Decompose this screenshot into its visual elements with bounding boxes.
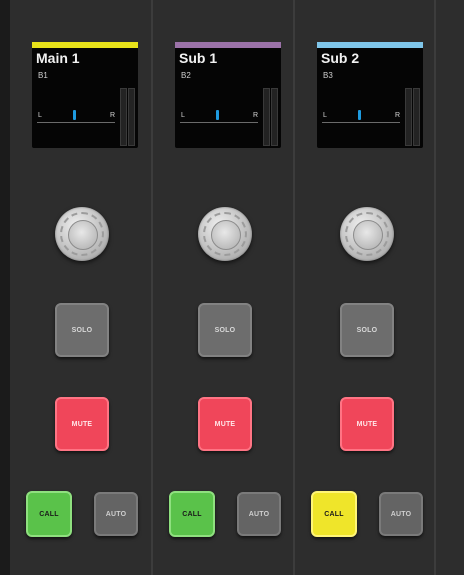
level-meter-right — [271, 88, 278, 146]
mute-button[interactable]: MUTE — [198, 397, 252, 451]
level-meter-left — [263, 88, 270, 146]
channel-name: Sub 1 — [179, 50, 218, 66]
call-button[interactable]: CALL — [26, 491, 72, 537]
pan-track — [322, 122, 400, 123]
channel-display: Sub 2 B3 L R — [317, 42, 423, 148]
channel-bus: B3 — [323, 71, 333, 80]
channel-color-bar — [175, 42, 281, 48]
pan-position-marker — [73, 110, 76, 120]
channel-strip-sub-2: Sub 2 B3 L R SOLO MUTE CALL AUTO — [295, 0, 434, 575]
level-meter-left — [405, 88, 412, 146]
channel-knob[interactable] — [340, 207, 394, 261]
level-meter-left — [120, 88, 127, 146]
pan-position-marker — [358, 110, 361, 120]
channel-display: Main 1 B1 L R — [32, 42, 138, 148]
level-meter-right — [128, 88, 135, 146]
knob-cap — [211, 220, 241, 250]
pan-track — [180, 122, 258, 123]
call-button[interactable]: CALL — [169, 491, 215, 537]
channel-strip-sub-1: Sub 1 B2 L R SOLO MUTE CALL AUTO — [153, 0, 293, 575]
knob-cap — [68, 220, 98, 250]
mixer-panel: Main 1 B1 L R SOLO MUTE CALL AUTO Sub 1 … — [0, 0, 464, 575]
mute-button[interactable]: MUTE — [340, 397, 394, 451]
level-meter-right — [413, 88, 420, 146]
channel-color-bar — [32, 42, 138, 48]
mute-button[interactable]: MUTE — [55, 397, 109, 451]
solo-button[interactable]: SOLO — [55, 303, 109, 357]
channel-bus: B2 — [181, 71, 191, 80]
pan-left-label: L — [181, 112, 185, 119]
channel-knob[interactable] — [198, 207, 252, 261]
channel-name: Main 1 — [36, 50, 80, 66]
knob-cap — [353, 220, 383, 250]
solo-button[interactable]: SOLO — [340, 303, 394, 357]
auto-button[interactable]: AUTO — [379, 492, 423, 536]
channel-bus: B1 — [38, 71, 48, 80]
pan-right-label: R — [395, 112, 401, 119]
solo-button[interactable]: SOLO — [198, 303, 252, 357]
auto-button[interactable]: AUTO — [94, 492, 138, 536]
auto-button[interactable]: AUTO — [237, 492, 281, 536]
channel-name: Sub 2 — [321, 50, 360, 66]
pan-right-label: R — [253, 112, 259, 119]
channel-display: Sub 1 B2 L R — [175, 42, 281, 148]
channel-knob[interactable] — [55, 207, 109, 261]
channel-strip-main-1: Main 1 B1 L R SOLO MUTE CALL AUTO — [10, 0, 151, 575]
pan-right-label: R — [110, 112, 116, 119]
pan-left-label: L — [323, 112, 327, 119]
call-button[interactable]: CALL — [311, 491, 357, 537]
pan-track — [37, 122, 115, 123]
pan-left-label: L — [38, 112, 42, 119]
next-strip-edge — [436, 0, 464, 575]
channel-color-bar — [317, 42, 423, 48]
mixer-left-edge — [0, 0, 10, 575]
pan-position-marker — [216, 110, 219, 120]
